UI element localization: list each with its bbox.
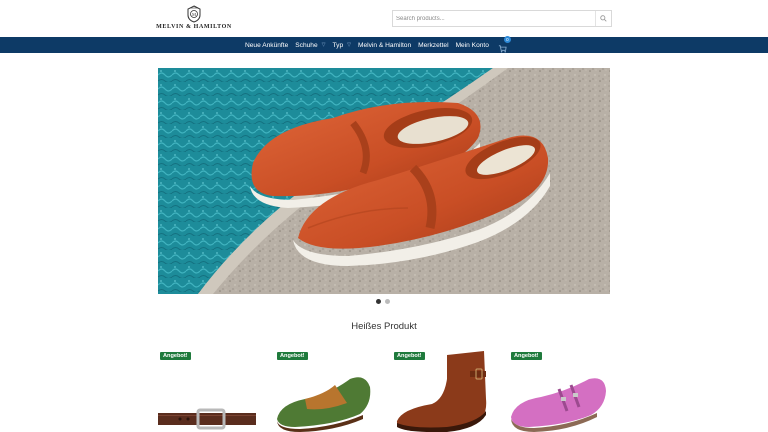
- belt-image: [158, 408, 256, 430]
- nav-item-label: Neue Ankünfte: [245, 41, 289, 49]
- crest-icon: M: [187, 5, 201, 23]
- sale-badge: Angebot!: [394, 352, 425, 360]
- section-title-hot-product: Heißes Produkt: [351, 321, 417, 332]
- nav-item-typ[interactable]: Typ ▽: [333, 42, 352, 49]
- product-grid: Angebot! Angebot! Angebot! Angebot!: [158, 349, 610, 432]
- chevron-down-icon: ▽: [321, 42, 326, 48]
- cart-icon: [498, 45, 507, 53]
- nav-item-label: Typ: [332, 41, 344, 49]
- chevron-down-icon: ▽: [347, 42, 351, 48]
- search-bar: [392, 10, 612, 27]
- sale-badge: Angebot!: [160, 352, 191, 360]
- nav-item-label: Schuhe: [295, 41, 318, 49]
- nav-item-schuhe[interactable]: Schuhe ▽: [295, 42, 325, 49]
- nav-item-merkzettel[interactable]: Merkzettel: [418, 42, 448, 49]
- search-button[interactable]: [595, 11, 611, 26]
- product-card[interactable]: Angebot!: [392, 349, 490, 432]
- svg-text:M: M: [192, 12, 196, 17]
- slider-dot-2[interactable]: [385, 299, 390, 304]
- boot-image: [396, 351, 487, 432]
- slider-dot-1[interactable]: [376, 299, 381, 304]
- nav-item-mein-konto[interactable]: Mein Konto: [456, 42, 489, 49]
- slider-pagination: [376, 299, 390, 304]
- product-card[interactable]: Angebot!: [158, 349, 256, 432]
- nav-item-neue-ankuenfte[interactable]: Neue Ankünfte: [245, 42, 288, 49]
- main-navigation: Neue Ankünfte Schuhe ▽ Typ ▽ Melvin & Hami…: [0, 36, 768, 53]
- cart-button[interactable]: 0: [498, 36, 511, 53]
- nav-item-label: Melvin & Hamilton: [358, 41, 412, 49]
- brand-name: MELVIN & HAMILTON: [156, 24, 232, 30]
- search-input[interactable]: [393, 11, 593, 26]
- product-card[interactable]: Angebot!: [509, 349, 607, 432]
- sale-badge: Angebot!: [511, 352, 542, 360]
- product-card[interactable]: Angebot!: [275, 349, 373, 432]
- shoe-image: [511, 378, 606, 432]
- hero-image: [158, 68, 610, 294]
- cart-count-badge: 0: [503, 36, 511, 43]
- hero-slider[interactable]: [158, 68, 610, 294]
- sale-badge: Angebot!: [277, 352, 308, 360]
- nav-item-melvin-hamilton[interactable]: Melvin & Hamilton: [358, 42, 411, 49]
- brand-logo[interactable]: M MELVIN & HAMILTON: [156, 5, 232, 33]
- search-icon: [600, 15, 607, 22]
- nav-item-label: Merkzettel: [418, 41, 449, 49]
- nav-item-label: Mein Konto: [455, 41, 489, 49]
- shoe-image: [277, 377, 371, 432]
- nav-menu: Neue Ankünfte Schuhe ▽ Typ ▽ Melvin & Hami…: [245, 36, 511, 53]
- site-header: M MELVIN & HAMILTON: [0, 0, 768, 37]
